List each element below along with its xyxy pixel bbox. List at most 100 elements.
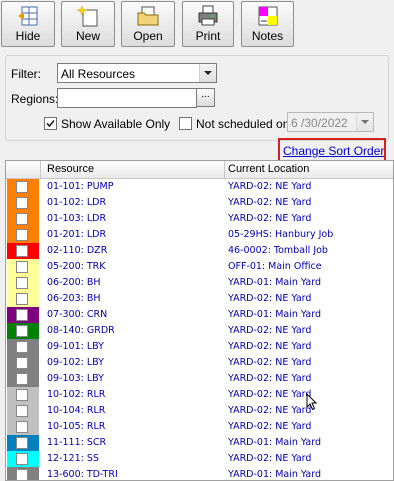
table-row[interactable]: 11-111: SCR YARD-01: Main Yard (6, 435, 393, 451)
row-checkbox[interactable] (16, 293, 28, 305)
table-row[interactable]: 10-105: RLR YARD-02: NE Yard (6, 419, 393, 435)
browse-regions-button[interactable]: ... (196, 88, 215, 107)
resource-cell: 06-200: BH (47, 277, 101, 288)
location-cell: YARD-01: Main Yard (228, 309, 322, 320)
new-icon (77, 5, 98, 27)
row-checkbox[interactable] (16, 389, 28, 401)
table-row[interactable]: 01-101: PUMP YARD-02: NE Yard (6, 179, 393, 195)
resource-cell: 05-200: TRK (47, 261, 106, 272)
available-only-checkbox[interactable] (44, 117, 57, 130)
open-label: Open (133, 29, 163, 43)
new-button[interactable]: New (61, 1, 115, 47)
table-row[interactable]: 12-121: SS YARD-02: NE Yard (6, 451, 393, 467)
resource-cell: 09-101: LBY (47, 341, 104, 352)
notes-label: Notes (251, 29, 284, 43)
hide-button[interactable]: Hide (1, 1, 55, 47)
date-picker[interactable]: 6 /30/2022 (287, 112, 374, 132)
print-label: Print (195, 29, 221, 43)
filter-value: All Resources (61, 67, 136, 81)
regions-label: Regions: (11, 92, 59, 106)
row-checkbox[interactable] (16, 325, 28, 337)
row-checkbox[interactable] (16, 437, 28, 449)
location-cell: YARD-02: NE Yard (228, 181, 312, 192)
column-header-resource[interactable]: Resource (47, 163, 94, 175)
table-row[interactable]: 02-110: DZR 46-0002: Tomball Job (6, 243, 393, 259)
row-checkbox[interactable] (16, 229, 28, 241)
location-cell: YARD-02: NE Yard (228, 357, 312, 368)
table-row[interactable]: 10-102: RLR YARD-02: NE Yard (6, 387, 393, 403)
resource-cell: 10-102: RLR (47, 389, 106, 400)
row-checkbox[interactable] (16, 405, 28, 417)
notes-icon (258, 6, 277, 26)
new-label: New (75, 29, 100, 43)
row-checkbox[interactable] (16, 373, 28, 385)
resource-cell: 08-140: GRDR (47, 325, 115, 336)
checkmark-icon (46, 119, 55, 128)
mouse-cursor-icon (306, 393, 318, 411)
row-checkbox[interactable] (16, 421, 28, 433)
printer-icon (198, 5, 218, 26)
row-checkbox[interactable] (16, 197, 28, 209)
location-cell: YARD-01: Main Yard (228, 277, 322, 288)
calendar-dropdown-icon[interactable] (356, 113, 373, 131)
column-header-current-location[interactable]: Current Location (228, 163, 309, 175)
resource-cell: 01-201: LDR (47, 229, 107, 240)
location-cell: YARD-02: NE Yard (228, 421, 312, 432)
not-scheduled-checkbox[interactable] (179, 117, 192, 130)
row-checkbox[interactable] (16, 181, 28, 193)
table-row[interactable]: 09-102: LBY YARD-02: NE Yard (6, 355, 393, 371)
resource-cell: 02-110: DZR (47, 245, 108, 256)
table-row[interactable]: 07-300: CRN YARD-01: Main Yard (6, 307, 393, 323)
resource-cell: 01-103: LDR (47, 213, 107, 224)
resource-cell: 09-103: LBY (47, 373, 104, 384)
location-cell: YARD-02: NE Yard (228, 197, 312, 208)
location-cell: 46-0002: Tomball Job (228, 245, 328, 256)
table-row[interactable]: 09-103: LBY YARD-02: NE Yard (6, 371, 393, 387)
resource-cell: 12-121: SS (47, 453, 99, 464)
header-separator (40, 161, 41, 178)
resource-cell: 01-102: LDR (47, 197, 107, 208)
row-checkbox[interactable] (16, 453, 28, 465)
table-row[interactable]: 10-104: RLR YARD-02: NE Yard (6, 403, 393, 419)
notes-button[interactable]: Notes (241, 1, 294, 47)
filter-label: Filter: (11, 67, 41, 81)
row-checkbox[interactable] (16, 213, 28, 225)
resource-cell: 01-101: PUMP (47, 181, 114, 192)
table-row[interactable]: 09-101: LBY YARD-02: NE Yard (6, 339, 393, 355)
filter-select[interactable]: All Resources (57, 63, 217, 83)
regions-field[interactable] (57, 88, 197, 108)
location-cell: YARD-02: NE Yard (228, 325, 312, 336)
location-cell: OFF-01: Main Office (228, 261, 322, 272)
row-checkbox[interactable] (16, 245, 28, 257)
resource-grid[interactable]: Resource Current Location 01-101: PUMP YA… (5, 160, 394, 481)
table-row[interactable]: 06-203: BH YARD-02: NE Yard (6, 291, 393, 307)
row-checkbox[interactable] (16, 469, 28, 480)
print-button[interactable]: Print (182, 1, 234, 47)
resource-cell: 10-105: RLR (47, 421, 106, 432)
hide-label: Hide (15, 29, 41, 43)
not-scheduled-label: Not scheduled on (196, 117, 290, 131)
row-checkbox[interactable] (16, 357, 28, 369)
chevron-down-icon[interactable] (199, 64, 216, 82)
date-value: 6 /30/2022 (291, 116, 348, 130)
location-cell: YARD-02: NE Yard (228, 373, 312, 384)
table-row[interactable]: 01-103: LDR YARD-02: NE Yard (6, 211, 393, 227)
table-row[interactable]: 13-600: TD-TRI YARD-01: Main Yard (6, 467, 393, 480)
table-row[interactable]: 08-140: GRDR YARD-02: NE Yard (6, 323, 393, 339)
resource-cell: 06-203: BH (47, 293, 101, 304)
open-button[interactable]: Open (121, 1, 175, 47)
resource-cell: 07-300: CRN (47, 309, 108, 320)
location-cell: YARD-01: Main Yard (228, 469, 322, 480)
table-row[interactable]: 06-200: BH YARD-01: Main Yard (6, 275, 393, 291)
row-checkbox[interactable] (16, 277, 28, 289)
location-cell: 05-29HS: Hanbury Job (228, 229, 334, 240)
header-separator (224, 161, 225, 178)
table-row[interactable]: 01-201: LDR 05-29HS: Hanbury Job (6, 227, 393, 243)
row-checkbox[interactable] (16, 261, 28, 273)
table-row[interactable]: 05-200: TRK OFF-01: Main Office (6, 259, 393, 275)
row-checkbox[interactable] (16, 309, 28, 321)
row-checkbox[interactable] (16, 341, 28, 353)
table-row[interactable]: 01-102: LDR YARD-02: NE Yard (6, 195, 393, 211)
toolbar: Hide New Open Print Notes (0, 0, 394, 50)
resource-cell: 11-111: SCR (47, 437, 107, 448)
